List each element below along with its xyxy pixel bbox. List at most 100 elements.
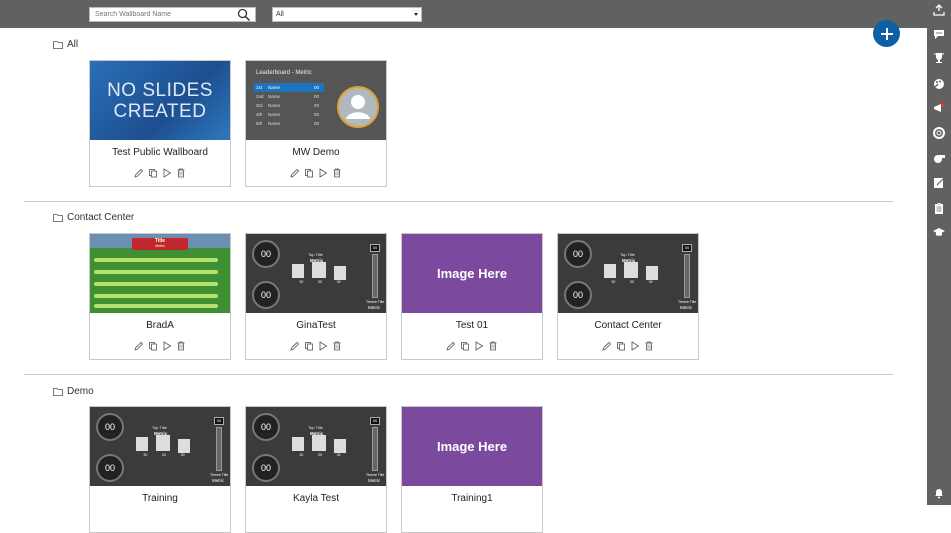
play-icon[interactable]	[474, 341, 484, 351]
wallboard-title: Test Public Wallboard	[112, 147, 208, 158]
wallboard-card[interactable]: Image Here Training1	[401, 406, 543, 533]
trash-icon[interactable]	[332, 341, 342, 351]
copy-icon[interactable]	[148, 341, 158, 351]
gauge-dial: 00	[252, 240, 280, 268]
play-icon[interactable]	[318, 341, 328, 351]
wallboard-thumbnail[interactable]: NO SLIDES CREATED	[90, 61, 230, 140]
avatar-placeholder-icon	[337, 86, 379, 128]
trophy-icon[interactable]	[933, 52, 945, 64]
wallboard-title: Training1	[451, 493, 493, 504]
paint-icon[interactable]	[933, 78, 945, 90]
search-box[interactable]	[89, 7, 256, 22]
section-divider	[24, 201, 893, 202]
search-input[interactable]	[90, 8, 230, 21]
copy-icon[interactable]	[304, 341, 314, 351]
play-icon[interactable]	[162, 341, 172, 351]
graduation-cap-icon[interactable]	[933, 226, 945, 238]
bell-icon[interactable]	[933, 487, 945, 499]
folder-filter-select[interactable]: All	[272, 7, 422, 22]
edit-icon[interactable]	[446, 341, 456, 351]
agent-photo	[334, 439, 346, 453]
section-name: Demo	[67, 386, 94, 397]
wallboard-card[interactable]: Image Here Test 01	[401, 233, 543, 360]
trash-icon[interactable]	[644, 341, 654, 351]
metric-label: Metric	[212, 478, 225, 483]
copy-icon[interactable]	[616, 341, 626, 351]
megaphone-icon[interactable]	[933, 102, 945, 114]
wallboard-thumbnail[interactable]: 00 00 Top Title Metric 30 00 00 00 Theme T…	[246, 234, 386, 313]
edit-document-icon[interactable]	[933, 177, 945, 189]
gauge-dial: 00	[564, 281, 592, 309]
wallboard-card[interactable]: 00 00 Top Title Metric 30 00 00 00 Theme T…	[557, 233, 699, 360]
card-actions	[246, 341, 386, 351]
wallboard-card[interactable]: NO SLIDES CREATED Test Public Wallboard	[89, 60, 231, 187]
trash-icon[interactable]	[488, 341, 498, 351]
agent-photo	[312, 262, 326, 278]
race-banner: Title Metric	[132, 238, 188, 250]
folder-icon	[53, 387, 63, 396]
chat-icon[interactable]	[933, 28, 945, 40]
bar-value: 00	[370, 244, 380, 252]
wallboard-thumbnail[interactable]: Title Metric	[90, 234, 230, 313]
edit-icon[interactable]	[602, 341, 612, 351]
gauge-dial: 00	[96, 413, 124, 441]
theme-title: Theme Title	[366, 300, 385, 304]
wallboard-thumbnail[interactable]: 00 00 Top Title Metric 30 00 00 00 Theme T…	[558, 234, 698, 313]
agent-values: 30 00 00	[143, 453, 185, 457]
wallboard-title: Contact Center	[594, 320, 662, 331]
plus-icon	[880, 27, 893, 40]
trash-icon[interactable]	[176, 168, 186, 178]
agent-photo	[156, 435, 170, 451]
wallboard-card[interactable]: 00 00 Top Title Metric 30 00 00 00 Theme T…	[245, 233, 387, 360]
play-icon[interactable]	[630, 341, 640, 351]
wallboard-card[interactable]: 00 00 Top Title Metric 30 00 00 00 Theme T…	[245, 406, 387, 533]
wallboard-card[interactable]: Title Metric BradA	[89, 233, 231, 360]
section-title-demo[interactable]: Demo	[53, 386, 94, 397]
lifebuoy-icon[interactable]	[933, 127, 945, 139]
edit-icon[interactable]	[290, 341, 300, 351]
gauge-dial: 00	[252, 413, 280, 441]
agent-photo	[292, 437, 304, 451]
edit-icon[interactable]	[134, 341, 144, 351]
gauge-dial: 00	[252, 454, 280, 482]
card-actions	[246, 168, 386, 178]
wallboard-thumbnail[interactable]: Image Here	[402, 407, 542, 486]
wallboard-title: GinaTest	[296, 320, 336, 331]
play-icon[interactable]	[162, 168, 172, 178]
upload-icon[interactable]	[933, 4, 945, 16]
card-actions	[90, 168, 230, 178]
whistle-icon[interactable]	[933, 152, 945, 164]
agent-values: 30 00 00	[299, 280, 341, 284]
copy-icon[interactable]	[304, 168, 314, 178]
section-title-contact-center[interactable]: Contact Center	[53, 212, 134, 223]
edit-icon[interactable]	[290, 168, 300, 178]
search-icon[interactable]	[237, 8, 251, 22]
section-title-all[interactable]: All	[53, 39, 78, 50]
metric-label: Metric	[680, 305, 693, 310]
wallboard-thumbnail[interactable]: 00 00 Top Title Metric 30 00 00 00 Theme T…	[246, 407, 386, 486]
folder-icon	[53, 213, 63, 222]
wallboard-card[interactable]: Leaderboard - Metric 1st Name 00 2nd Name 00…	[245, 60, 387, 187]
trash-icon[interactable]	[332, 168, 342, 178]
agent-photo	[136, 437, 148, 451]
wallboard-thumbnail[interactable]: Leaderboard - Metric 1st Name 00 2nd Name 00…	[246, 61, 386, 140]
trash-icon[interactable]	[176, 341, 186, 351]
gauge-dial: 00	[564, 240, 592, 268]
folder-icon	[53, 40, 63, 49]
add-wallboard-button[interactable]	[873, 20, 900, 47]
leaderboard-list: 1st Name 00 2nd Name 00 3rd Name 00 4th Name 00 …	[254, 83, 324, 128]
edit-icon[interactable]	[134, 168, 144, 178]
race-track-lane	[94, 258, 218, 262]
section-name: All	[67, 39, 79, 50]
wallboard-card[interactable]: 00 00 Top Title Metric 30 00 00 00 Theme T…	[89, 406, 231, 533]
play-icon[interactable]	[318, 168, 328, 178]
clipboard-icon[interactable]	[933, 202, 945, 214]
folder-filter-value: All	[276, 11, 284, 18]
copy-icon[interactable]	[148, 168, 158, 178]
vertical-bar	[684, 254, 690, 298]
wallboard-thumbnail[interactable]: Image Here	[402, 234, 542, 313]
wallboard-thumbnail[interactable]: 00 00 Top Title Metric 30 00 00 00 Theme T…	[90, 407, 230, 486]
copy-icon[interactable]	[460, 341, 470, 351]
agent-photo	[624, 262, 638, 278]
agent-values: 30 00 00	[299, 453, 341, 457]
